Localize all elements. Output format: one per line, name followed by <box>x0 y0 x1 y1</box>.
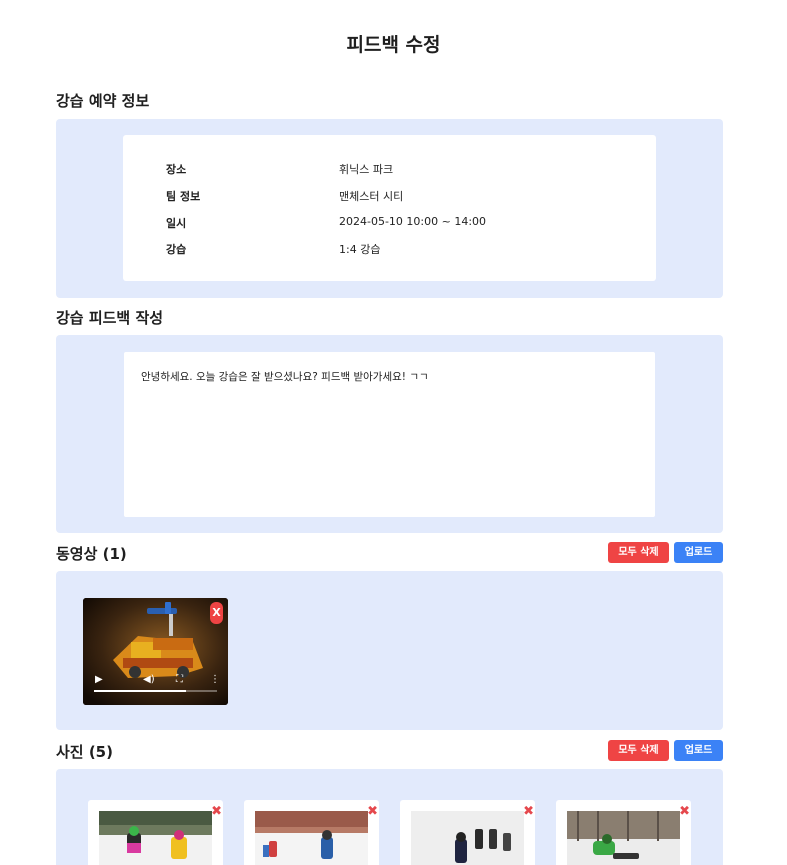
info-label: 팀 정보 <box>166 190 201 203</box>
photo-remove-button[interactable]: ✖ <box>679 805 690 818</box>
video-delete-all-button[interactable]: 모두 삭제 <box>608 542 669 563</box>
volume-icon[interactable]: ◀) <box>143 675 155 685</box>
feedback-panel: 안녕하세요. 오늘 강습은 잘 받으셨나요? 피드백 받아가세요! ㄱㄱ <box>56 335 723 533</box>
video-upload-button[interactable]: 업로드 <box>674 542 723 563</box>
fullscreen-icon[interactable]: ⛶ <box>176 675 183 685</box>
info-row-location: 장소 휘닉스 파크 <box>166 161 636 177</box>
photo-image <box>411 811 524 865</box>
photo-section-title: 사진 (5) <box>56 743 113 761</box>
reservation-info-card: 장소 휘닉스 파크 팀 정보 맨체스터 시티 일시 2024-05-10 10:… <box>123 135 656 281</box>
more-icon[interactable]: ⋮ <box>210 675 220 685</box>
photo-item[interactable]: ✖ <box>556 800 691 865</box>
info-row-team: 팀 정보 맨체스터 시티 <box>166 188 636 204</box>
photo-remove-button[interactable]: ✖ <box>367 805 378 818</box>
reservation-section-title: 강습 예약 정보 <box>56 92 150 110</box>
play-icon[interactable]: ▶ <box>95 675 103 685</box>
photo-remove-button[interactable]: ✖ <box>523 805 534 818</box>
info-label: 일시 <box>166 217 187 230</box>
info-value: 휘닉스 파크 <box>339 163 394 176</box>
photo-remove-button[interactable]: ✖ <box>211 805 222 818</box>
photo-item[interactable]: ✖ <box>88 800 223 865</box>
info-row-datetime: 일시 2024-05-10 10:00 ~ 14:00 <box>166 215 636 231</box>
video-panel: ▶ ◀) ⛶ ⋮ X <box>56 571 723 730</box>
info-value: 맨체스터 시티 <box>339 190 404 203</box>
info-label: 장소 <box>166 163 187 176</box>
photo-delete-all-button[interactable]: 모두 삭제 <box>608 740 669 761</box>
feedback-section-title: 강습 피드백 작성 <box>56 309 164 327</box>
photo-item[interactable]: ✖ <box>400 800 535 865</box>
photo-upload-button[interactable]: 업로드 <box>674 740 723 761</box>
video-progress-bar[interactable] <box>94 690 217 692</box>
video-progress-fill <box>94 690 187 692</box>
reservation-panel: 장소 휘닉스 파크 팀 정보 맨체스터 시티 일시 2024-05-10 10:… <box>56 119 723 298</box>
video-section-title: 동영상 (1) <box>56 545 127 563</box>
info-row-lesson: 강습 1:4 강습 <box>166 241 636 257</box>
info-value: 2024-05-10 10:00 ~ 14:00 <box>339 215 487 228</box>
page-title: 피드백 수정 <box>346 34 441 56</box>
info-label: 강습 <box>166 243 187 256</box>
photo-image <box>567 811 680 865</box>
video-remove-button[interactable]: X <box>210 602 223 624</box>
photo-image <box>99 811 212 865</box>
video-controls: ▶ ◀) ⛶ ⋮ <box>83 669 228 705</box>
photo-item[interactable]: ✖ <box>244 800 379 865</box>
info-value: 1:4 강습 <box>339 243 381 256</box>
video-player[interactable]: ▶ ◀) ⛶ ⋮ X <box>83 598 228 705</box>
photo-image <box>255 811 368 865</box>
feedback-textarea[interactable]: 안녕하세요. 오늘 강습은 잘 받으셨나요? 피드백 받아가세요! ㄱㄱ <box>124 352 655 517</box>
photo-panel: ✖ ✖ ✖ ✖ <box>56 769 723 865</box>
